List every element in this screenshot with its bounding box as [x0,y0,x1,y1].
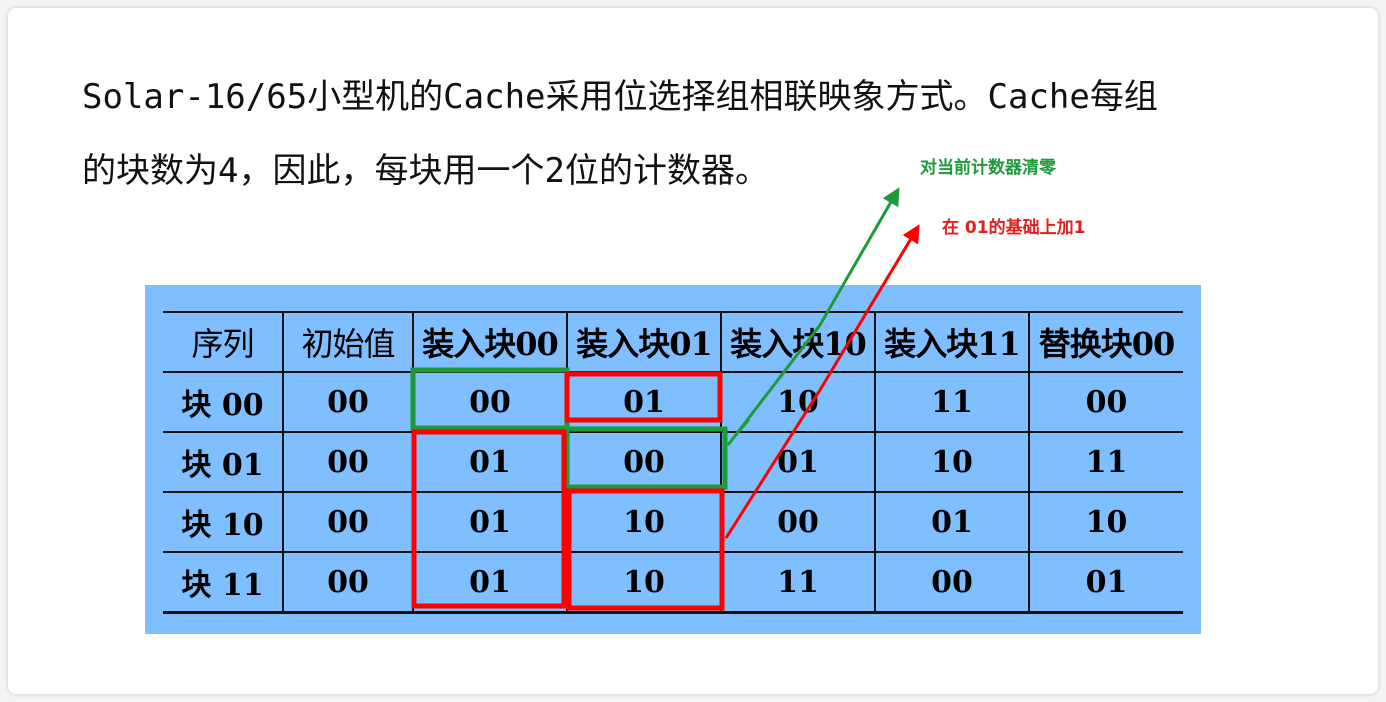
annotation-overlay [410,187,920,611]
green-highlight-box-2 [564,426,728,490]
red-highlight-box-2 [411,429,567,609]
green-arrow [726,187,900,446]
green-highlight-box-1 [410,367,570,431]
red-highlight-box-1 [564,371,723,423]
green-arrow-thin [727,419,751,446]
red-highlight-box-3 [566,488,725,611]
red-arrow [724,224,920,539]
